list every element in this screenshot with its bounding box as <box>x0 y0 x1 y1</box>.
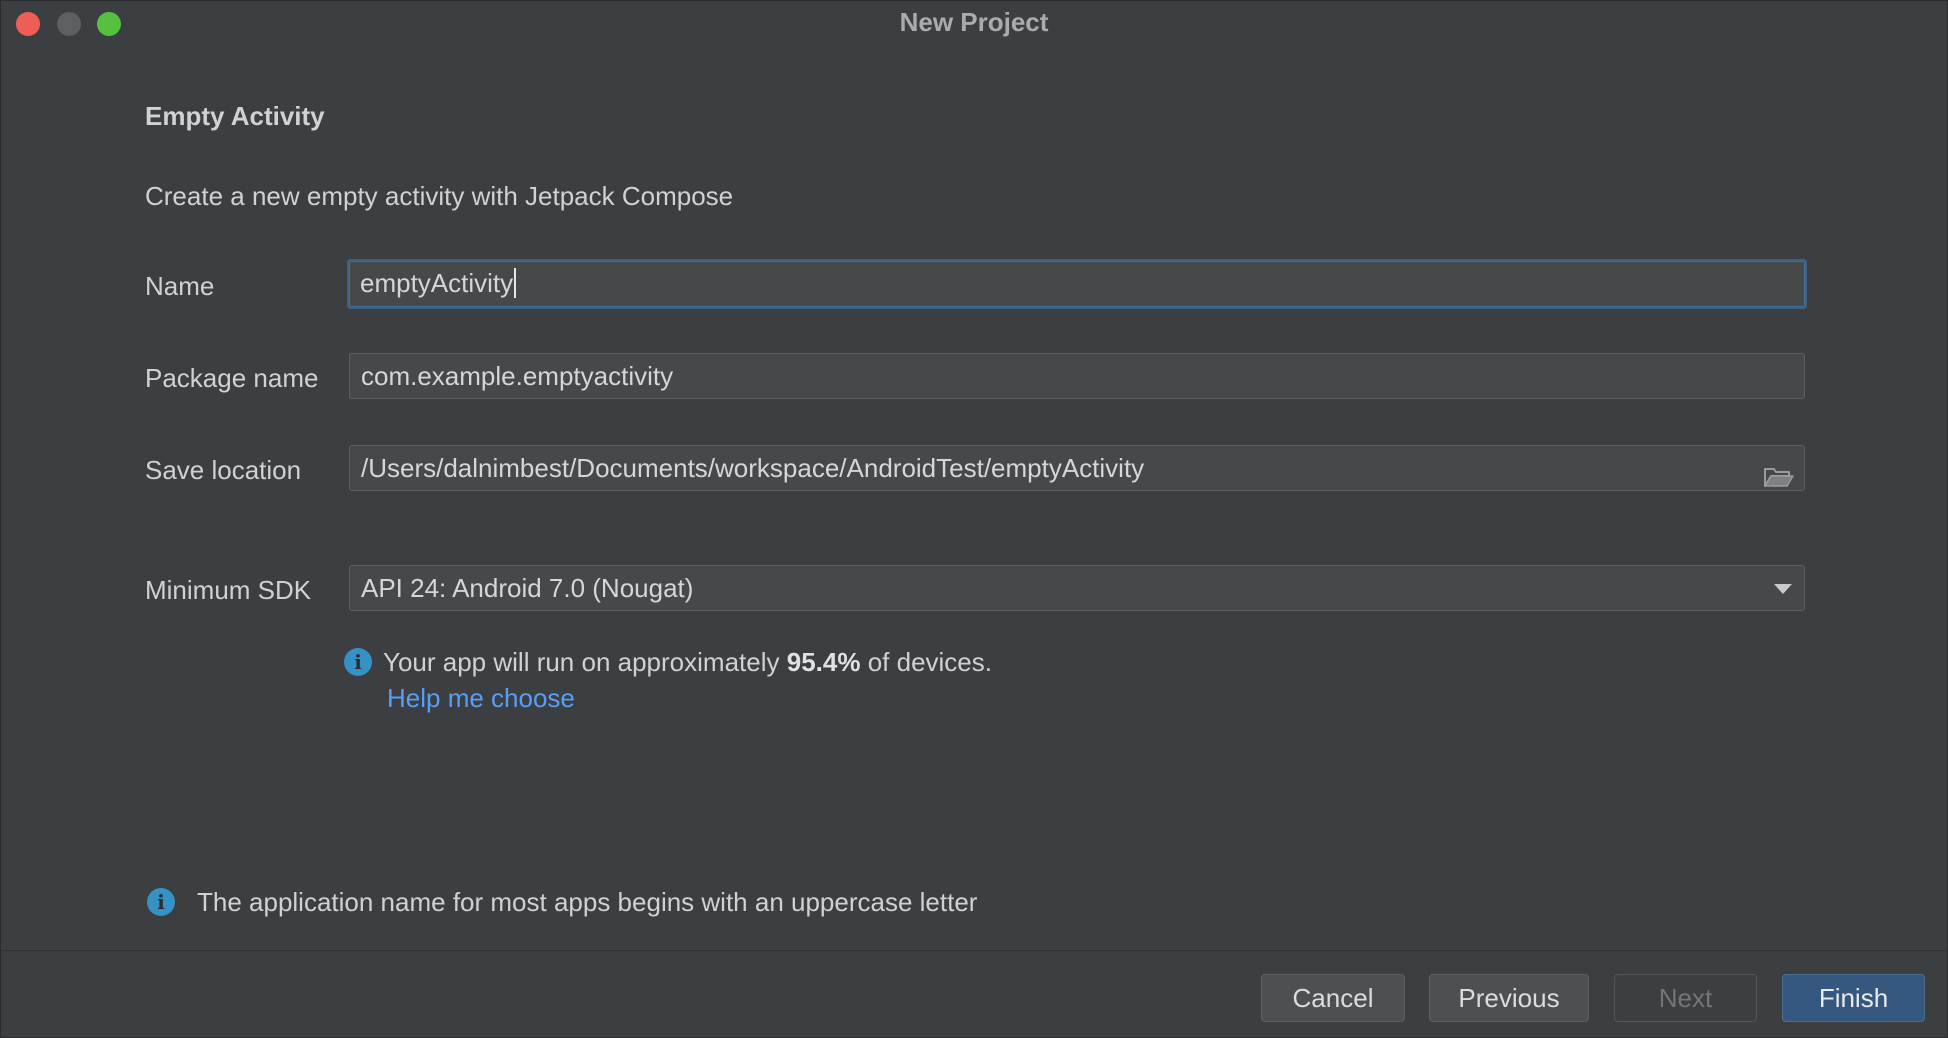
name-field-value: emptyActivity <box>360 268 514 298</box>
page-title: Empty Activity <box>145 101 325 131</box>
coverage-percent: 95.4% <box>786 647 861 677</box>
package-name-field[interactable]: com.example.emptyactivity <box>349 353 1805 399</box>
minimum-sdk-label: Minimum SDK <box>145 575 312 605</box>
folder-icon[interactable] <box>1764 457 1794 487</box>
minimum-sdk-selected: API 24: Android 7.0 (Nougat) <box>361 573 694 603</box>
save-location-label: Save location <box>145 455 302 485</box>
coverage-suffix: of devices. <box>867 647 992 677</box>
save-location-field[interactable]: /Users/dalnimbest/Documents/workspace/An… <box>349 445 1805 491</box>
text-caret <box>514 268 517 299</box>
package-name-value: com.example.emptyactivity <box>361 361 674 391</box>
footer-divider <box>1 950 1947 951</box>
coverage-prefix: Your app will run on approximately <box>383 647 780 677</box>
package-name-label: Package name <box>145 363 319 393</box>
chevron-down-icon[interactable] <box>1774 584 1792 594</box>
name-label: Name <box>145 271 215 301</box>
name-field[interactable]: emptyActivity <box>347 259 1807 309</box>
validation-notice: The application name for most apps begin… <box>197 887 978 917</box>
minimum-sdk-dropdown[interactable]: API 24: Android 7.0 (Nougat) <box>349 565 1805 611</box>
next-button[interactable]: Next <box>1614 974 1757 1022</box>
new-project-dialog: New Project Empty Activity Create a new … <box>0 0 1948 1038</box>
info-icon: i <box>344 648 372 676</box>
window-title: New Project <box>899 7 1049 37</box>
info-icon: i <box>147 888 175 916</box>
previous-button[interactable]: Previous <box>1429 974 1589 1022</box>
save-location-value: /Users/dalnimbest/Documents/workspace/An… <box>361 453 1145 483</box>
device-coverage-text: Your app will run on approximately 95.4%… <box>383 647 992 678</box>
help-me-choose-link[interactable]: Help me choose <box>387 683 575 714</box>
title-bar: New Project <box>1 1 1947 45</box>
finish-button[interactable]: Finish <box>1782 974 1925 1022</box>
cancel-button[interactable]: Cancel <box>1261 974 1405 1022</box>
page-description: Create a new empty activity with Jetpack… <box>145 181 734 211</box>
